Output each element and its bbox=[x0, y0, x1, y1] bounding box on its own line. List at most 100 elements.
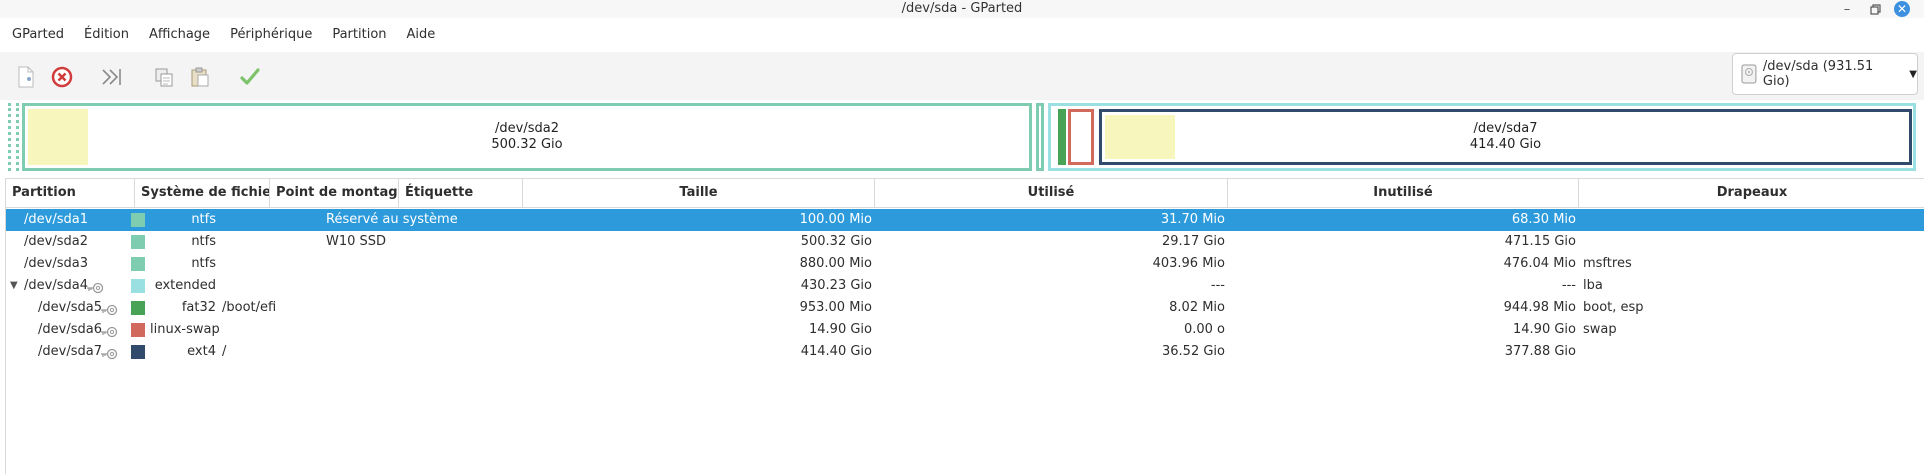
diskmap-sda2-label: /dev/sda2 500.32 Gio bbox=[25, 121, 1029, 153]
diskmap-sda1[interactable] bbox=[8, 103, 19, 171]
table-row[interactable]: /dev/sda5 fat32/boot/efi 953.00 Mio 8.02 Mi… bbox=[6, 297, 1924, 319]
device-selector[interactable]: /dev/sda (931.51 Gio) ▼ bbox=[1732, 53, 1918, 95]
column-filesystem[interactable]: Système de fichiers bbox=[135, 179, 270, 207]
cell-unused: 68.30 Mio bbox=[1511, 212, 1576, 227]
menu-affichage[interactable]: Affichage bbox=[137, 22, 218, 44]
paste-button[interactable] bbox=[186, 64, 214, 90]
fs-color-swatch bbox=[131, 345, 145, 359]
diskmap-sda7-name: /dev/sda7 bbox=[1473, 121, 1538, 136]
apply-check-icon bbox=[240, 68, 260, 85]
cell-unused: 471.15 Gio bbox=[1504, 234, 1576, 249]
disk-map: /dev/sda2 500.32 Gio /dev/sda7 414.40 Gi… bbox=[8, 103, 1916, 171]
cell-used: 0.00 o bbox=[1183, 322, 1225, 337]
table-header: Partition Système de fichiers Point de m… bbox=[6, 178, 1924, 208]
menu-peripherique[interactable]: Périphérique bbox=[218, 22, 320, 44]
table-row[interactable]: /dev/sda2 ntfs W10 SSD 500.32 Gio 29.17 Gio 4… bbox=[6, 231, 1924, 253]
cell-used: 403.96 Mio bbox=[1152, 256, 1225, 271]
key-icon bbox=[100, 302, 118, 316]
column-unused[interactable]: Inutilisé bbox=[1228, 179, 1579, 207]
diskmap-sda6[interactable] bbox=[1068, 109, 1094, 165]
cell-filesystem: linux-swap bbox=[150, 322, 220, 337]
cell-unused: --- bbox=[1561, 278, 1576, 293]
column-partition[interactable]: Partition bbox=[6, 179, 135, 207]
cancel-icon bbox=[51, 66, 73, 88]
cell-used: --- bbox=[1210, 278, 1225, 293]
cell-partition: /dev/sda1 bbox=[24, 212, 88, 227]
cell-size: 880.00 Mio bbox=[799, 256, 872, 271]
diskmap-sda3[interactable] bbox=[1036, 103, 1044, 171]
cell-partition: /dev/sda3 bbox=[24, 256, 88, 271]
fs-color-swatch bbox=[131, 235, 145, 249]
cell-mount-point: / bbox=[222, 344, 227, 359]
cell-unused: 14.90 Gio bbox=[1513, 322, 1576, 337]
cell-flags: boot, esp bbox=[1583, 300, 1644, 315]
cell-used: 31.70 Mio bbox=[1160, 212, 1225, 227]
fs-color-swatch bbox=[131, 257, 145, 271]
menu-bar: GParted Édition Affichage Périphérique P… bbox=[0, 22, 1924, 44]
close-icon[interactable]: ✕ bbox=[1894, 1, 1910, 17]
disk-icon bbox=[1741, 64, 1757, 84]
cell-mount-point: /boot/efi bbox=[222, 300, 277, 315]
menu-partition[interactable]: Partition bbox=[320, 22, 394, 44]
cell-used: 29.17 Gio bbox=[1162, 234, 1225, 249]
paste-icon bbox=[191, 67, 209, 87]
new-partition-button[interactable] bbox=[12, 64, 40, 90]
menu-gparted[interactable]: GParted bbox=[0, 22, 72, 44]
cell-filesystem: ntfs bbox=[191, 256, 216, 271]
cell-unused: 476.04 Mio bbox=[1503, 256, 1576, 271]
minimize-icon[interactable]: – bbox=[1836, 1, 1858, 17]
cell-partition: /dev/sda7 bbox=[38, 344, 102, 359]
fs-color-swatch bbox=[131, 301, 145, 315]
copy-icon bbox=[155, 68, 173, 87]
delete-partition-button[interactable] bbox=[48, 64, 76, 90]
menu-edition[interactable]: Édition bbox=[72, 22, 137, 44]
cell-used: 8.02 Mio bbox=[1169, 300, 1225, 315]
copy-button[interactable] bbox=[150, 64, 178, 90]
cell-label: W10 SSD bbox=[326, 234, 387, 249]
column-flags[interactable]: Drapeaux bbox=[1579, 179, 1924, 207]
cell-label: Réservé au système bbox=[326, 212, 458, 227]
table-row[interactable]: /dev/sda7 ext4 / 414.40 Gio 36.52 Gio 377.88 … bbox=[6, 341, 1924, 363]
table-row[interactable]: ▼ /dev/sda4 extended 430.23 Gio --- --- lba bbox=[6, 275, 1924, 297]
cell-filesystem: ext4 bbox=[187, 344, 216, 359]
column-mount-point[interactable]: Point de montage bbox=[270, 179, 399, 207]
table-row[interactable]: /dev/sda6 linux-swap 14.90 Gio 0.00 o 14.90 … bbox=[6, 319, 1924, 341]
window-title: /dev/sda - GParted bbox=[901, 1, 1023, 16]
table-row[interactable]: /dev/sda3 ntfs 880.00 Mio 403.96 Mio 476.04 … bbox=[6, 253, 1924, 275]
table-row[interactable]: /dev/sda1 ntfs Réservé au système 100.00 Mi… bbox=[6, 209, 1924, 231]
key-icon bbox=[100, 346, 118, 360]
column-size[interactable]: Taille bbox=[523, 179, 875, 207]
cell-size: 14.90 Gio bbox=[809, 322, 872, 337]
cell-flags: lba bbox=[1583, 278, 1603, 293]
fs-color-swatch bbox=[131, 279, 145, 293]
resize-move-button[interactable] bbox=[98, 64, 126, 90]
key-icon bbox=[100, 324, 118, 338]
cell-partition: /dev/sda4 bbox=[24, 278, 88, 293]
column-label[interactable]: Étiquette bbox=[399, 179, 523, 207]
diskmap-sda4-extended[interactable]: /dev/sda7 414.40 Gio bbox=[1048, 103, 1916, 171]
cell-size: 430.23 Gio bbox=[800, 278, 872, 293]
column-used[interactable]: Utilisé bbox=[875, 179, 1228, 207]
diskmap-sda7[interactable]: /dev/sda7 414.40 Gio bbox=[1099, 109, 1912, 165]
apply-button[interactable] bbox=[236, 64, 264, 90]
cell-unused: 377.88 Gio bbox=[1504, 344, 1576, 359]
diskmap-sda2-name: /dev/sda2 bbox=[495, 121, 559, 136]
cell-filesystem: extended bbox=[154, 278, 216, 293]
cell-filesystem: fat32 bbox=[181, 300, 216, 315]
diskmap-sda5[interactable] bbox=[1058, 109, 1066, 165]
diskmap-sda2[interactable]: /dev/sda2 500.32 Gio bbox=[22, 103, 1032, 171]
diskmap-sda7-label: /dev/sda7 414.40 Gio bbox=[1102, 121, 1909, 153]
device-label: /dev/sda (931.51 Gio) bbox=[1762, 59, 1874, 89]
expander-icon[interactable]: ▼ bbox=[10, 275, 18, 297]
maximize-icon[interactable] bbox=[1864, 1, 1886, 17]
cell-filesystem: ntfs bbox=[191, 234, 216, 249]
chevron-down-icon: ▼ bbox=[1909, 68, 1917, 80]
menu-aide[interactable]: Aide bbox=[395, 22, 444, 44]
title-bar: /dev/sda - GParted – ✕ bbox=[0, 0, 1924, 18]
cell-used: 36.52 Gio bbox=[1162, 344, 1225, 359]
key-icon bbox=[86, 280, 104, 294]
cell-flags: swap bbox=[1583, 322, 1617, 337]
fs-color-swatch bbox=[131, 213, 145, 227]
fs-color-swatch bbox=[131, 323, 145, 337]
diskmap-sda5-used bbox=[1061, 112, 1063, 162]
